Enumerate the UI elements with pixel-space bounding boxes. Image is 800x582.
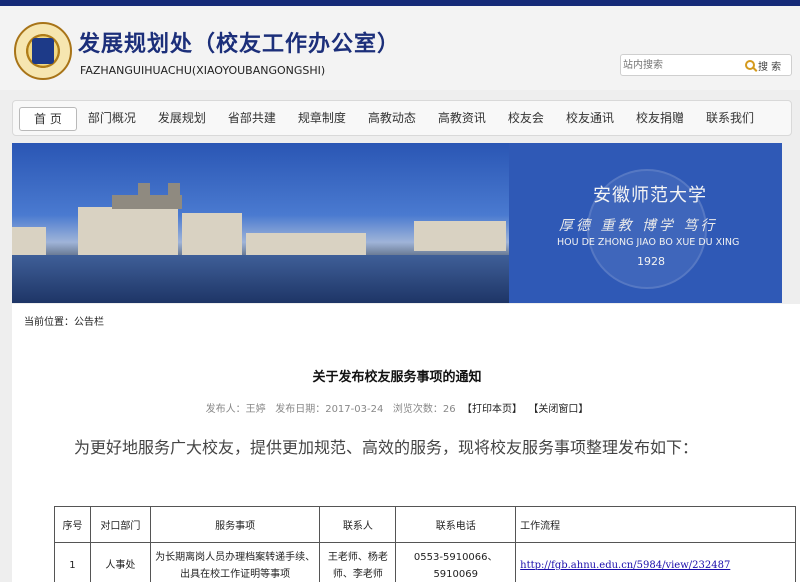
nav-alumni-newsletter[interactable]: 校友通讯 [555, 107, 625, 131]
nav-home[interactable]: 首 页 [19, 107, 77, 131]
banner-motto-panel: 安徽师范大学 厚德 重教 博学 笃行 HOU DE ZHONG JIAO BO … [509, 143, 782, 303]
nav-joint-construction[interactable]: 省部共建 [217, 107, 287, 131]
search-input[interactable] [623, 57, 741, 73]
row-contact: 王老师、杨老师、李老师 [319, 542, 397, 582]
row-workflow-cell: http://fgb.ahnu.edu.cn/5984/view/232487 [515, 542, 796, 582]
workflow-link[interactable]: http://fgb.ahnu.edu.cn/5984/view/232487 [520, 560, 730, 571]
article-intro: 为更好地服务广大校友，提供更加规范、高效的服务，现将校友服务事项整理发布如下： [74, 438, 699, 457]
close-window-link[interactable]: 【关闭窗口】 [528, 404, 588, 415]
main-nav: 首 页 部门概况 发展规划 省部共建 规章制度 高教动态 高教资讯 校友会 校友… [12, 100, 792, 136]
search-icon [745, 60, 755, 70]
table-header: 对口部门 [89, 506, 151, 543]
content-area: 当前位置：公告栏 关于发布校友服务事项的通知 发布人：王婷 发布日期：2017-… [12, 304, 800, 582]
motto-chinese: 厚德 重教 博学 笃行 [559, 218, 718, 234]
nav-development-planning[interactable]: 发展规划 [147, 107, 217, 131]
search-button[interactable]: 搜 索 [745, 56, 791, 74]
table-header: 联系电话 [395, 506, 517, 543]
print-page-link[interactable]: 【打印本页】 [462, 404, 522, 415]
nav-education-trends[interactable]: 高教动态 [357, 107, 427, 131]
site-title: 发展规划处（校友工作办公室） [78, 32, 401, 57]
university-logo [14, 22, 72, 80]
nav-alumni-donation[interactable]: 校友捐赠 [625, 107, 695, 131]
site-header: 发展规划处（校友工作办公室） FAZHANGUIHUACHU(XIAOYOUBA… [0, 6, 800, 90]
search-box: 搜 索 [620, 54, 792, 76]
nav-education-news[interactable]: 高教资讯 [427, 107, 497, 131]
nav-contact-us[interactable]: 联系我们 [695, 107, 765, 131]
campus-photo [12, 143, 509, 303]
university-name: 安徽师范大学 [593, 185, 707, 206]
table-header: 联系人 [319, 506, 397, 543]
table-header: 序号 [54, 506, 91, 543]
table-row: 1 人事处 为长期离岗人员办理档案转递手续、出具在校工作证明等事项 王老师、杨老… [54, 542, 796, 582]
row-department: 人事处 [89, 542, 151, 582]
article-title: 关于发布校友服务事项的通知 [312, 370, 482, 385]
nav-regulations[interactable]: 规章制度 [287, 107, 357, 131]
row-number: 1 [54, 542, 91, 582]
breadcrumb: 当前位置：公告栏 [24, 317, 104, 328]
publisher: 发布人：王婷 [205, 404, 266, 415]
motto-pinyin: HOU DE ZHONG JIAO BO XUE DU XING [557, 237, 740, 248]
table-header: 服务事项 [149, 506, 321, 543]
search-button-label: 搜 索 [758, 61, 782, 73]
nav-alumni-association[interactable]: 校友会 [497, 107, 555, 131]
article-meta: 发布人：王婷 发布日期：2017-03-24 浏览次数：26 【打印本页】 【关… [12, 400, 782, 415]
site-subtitle: FAZHANGUIHUACHU(XIAOYOUBANGONGSHI) [80, 64, 326, 77]
nav-department-overview[interactable]: 部门概况 [77, 107, 147, 131]
row-service: 为长期离岗人员办理档案转递手续、出具在校工作证明等事项 [149, 542, 321, 582]
view-count: 浏览次数：26 [392, 404, 456, 415]
row-phone: 0553-5910066、5910069 [395, 542, 517, 582]
service-table: 序号 对口部门 服务事项 联系人 联系电话 工作流程 1 人事处 为长期离岗人员… [54, 506, 796, 582]
founding-year: 1928 [637, 255, 665, 268]
publish-date: 发布日期：2017-03-24 [275, 404, 384, 415]
table-header-row: 序号 对口部门 服务事项 联系人 联系电话 工作流程 [54, 506, 796, 543]
banner: 安徽师范大学 厚德 重教 博学 笃行 HOU DE ZHONG JIAO BO … [12, 143, 782, 303]
table-header: 工作流程 [515, 506, 796, 543]
